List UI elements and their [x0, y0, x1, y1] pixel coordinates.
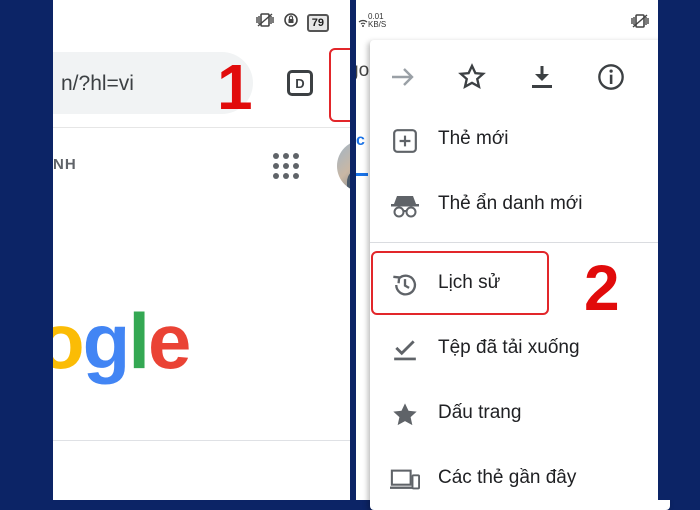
frame-edge [658, 0, 700, 500]
menu-item-label: Các thẻ gần đây [438, 467, 577, 488]
recent-tabs-icon [390, 465, 420, 495]
menu-item-new-tab[interactable]: Thẻ mới [370, 112, 670, 168]
tab-count: D [295, 75, 305, 91]
menu-item-label: Thẻ mới [438, 128, 509, 149]
vibrate-icon [255, 13, 275, 32]
menu-top-actions [370, 40, 670, 116]
step-number-1: 1 [217, 51, 253, 123]
menu-item-recent-tabs[interactable]: Các thẻ gần đây [370, 451, 670, 507]
left-screenshot-panel: 79 n/?hl=vi 1 D NH ogle [53, 0, 350, 500]
step-number-2: 2 [584, 252, 620, 324]
wifi-icon [358, 14, 368, 32]
logo-letter: e [147, 297, 191, 385]
forward-arrow-icon[interactable] [388, 62, 418, 92]
history-highlight-box [371, 251, 549, 315]
downloads-check-icon [390, 335, 420, 365]
menu-item-label: Thẻ ẩn danh mới [438, 193, 583, 214]
info-icon[interactable] [596, 62, 626, 92]
section-label: NH [53, 156, 77, 173]
url-fragment: go [356, 60, 370, 81]
download-icon[interactable] [527, 62, 557, 92]
url-text: n/?hl=vi [61, 72, 134, 95]
active-tab-indicator [356, 173, 368, 176]
tab-switcher-button[interactable]: D [287, 70, 313, 96]
chrome-overflow-menu: Thẻ mới Thẻ ẩn danh mới Lịch sử Tệp đã t… [370, 40, 670, 510]
vibrate-icon [630, 14, 650, 33]
google-logo: ogle [53, 296, 191, 386]
logo-letter: o [53, 297, 85, 385]
menu-item-label: Dấu trang [438, 402, 522, 423]
tab-fragment: c [356, 132, 365, 149]
menu-item-incognito[interactable]: Thẻ ẩn danh mới [370, 177, 670, 233]
bookmark-star-icon [390, 400, 420, 430]
toolbar-divider [53, 127, 350, 128]
logo-letter: g [82, 297, 131, 385]
star-icon[interactable] [457, 62, 487, 92]
menu-item-downloads[interactable]: Tệp đã tải xuống [370, 321, 670, 377]
new-tab-icon [390, 126, 420, 156]
data-saver-icon [283, 12, 299, 33]
incognito-icon [390, 191, 420, 221]
network-speed: 0.01 KB/S [368, 12, 387, 29]
search-box[interactable] [53, 440, 350, 500]
menu-button-highlighted[interactable] [329, 48, 350, 122]
apps-grid-icon[interactable] [273, 153, 299, 179]
logo-letter: l [128, 297, 150, 385]
avatar[interactable] [337, 140, 350, 192]
menu-divider [370, 242, 670, 243]
battery-indicator: 79 [306, 13, 329, 32]
menu-item-bookmarks[interactable]: Dấu trang [370, 386, 670, 442]
status-bar: 79 [53, 0, 350, 40]
menu-item-label: Tệp đã tải xuống [438, 337, 580, 358]
